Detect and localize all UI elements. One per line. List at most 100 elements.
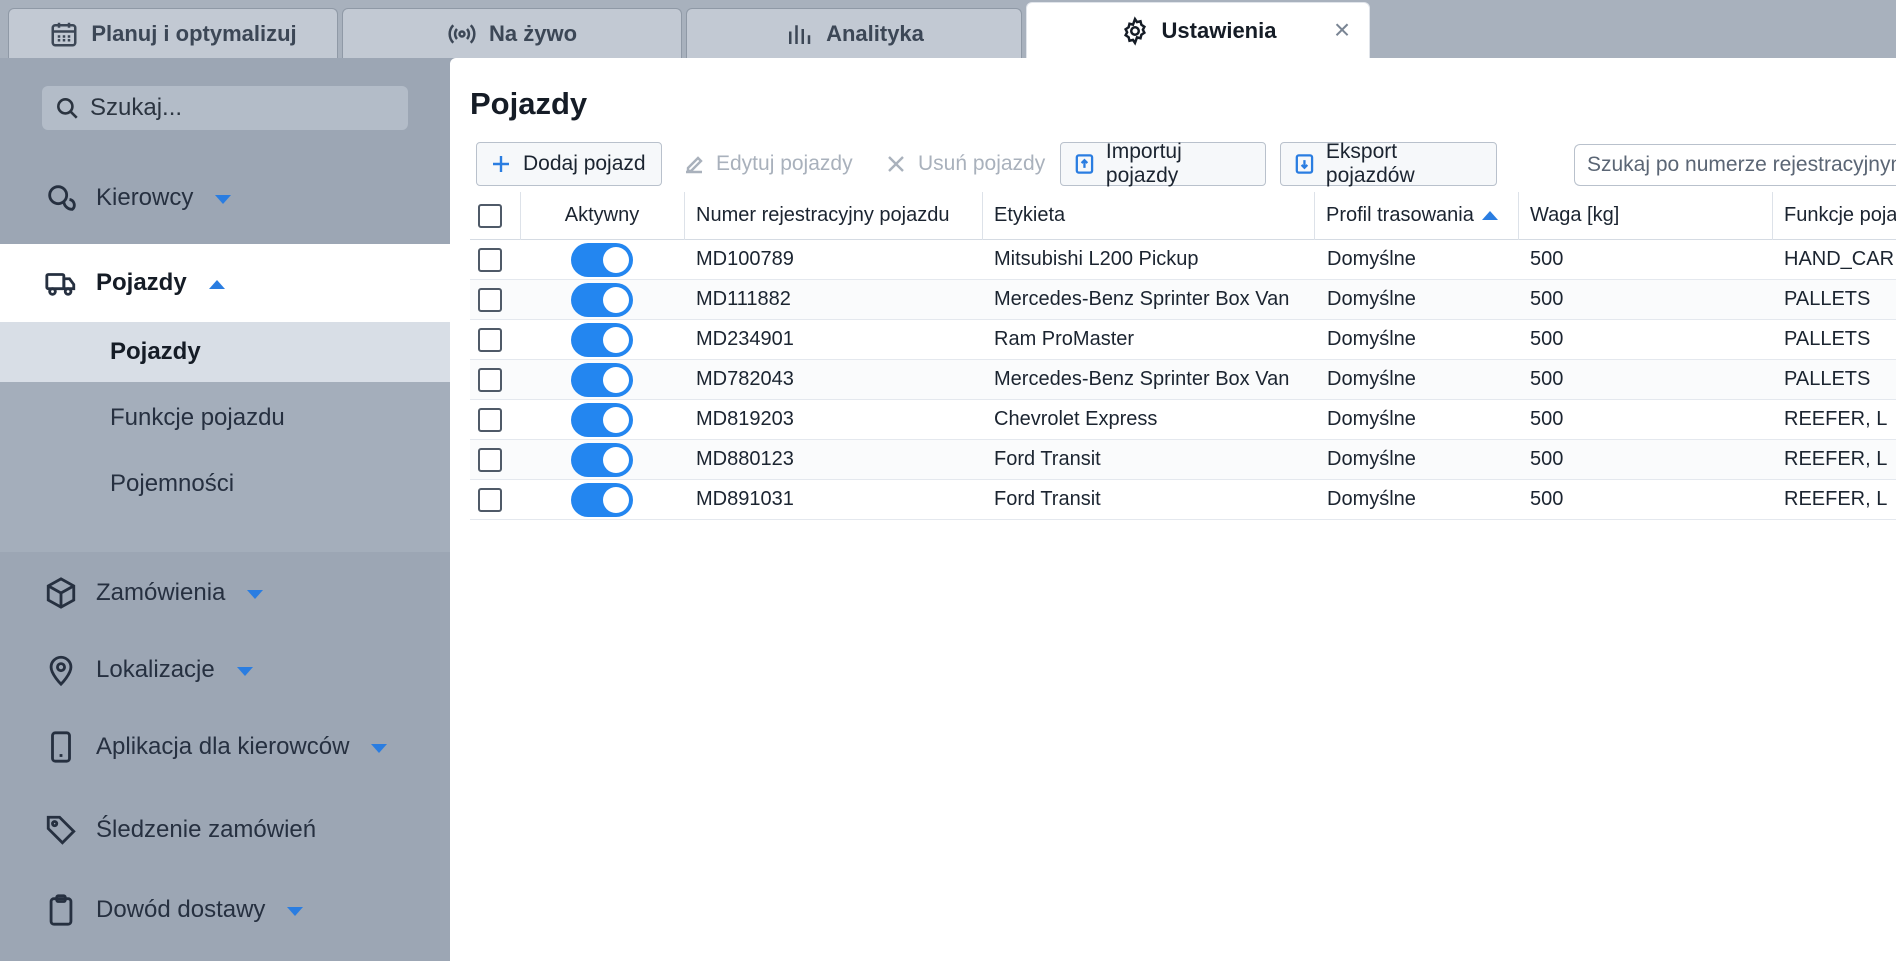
table-row[interactable]: MD234901 Ram ProMaster Domyślne 500 PALL… [470, 320, 1896, 360]
column-header-features[interactable]: Funkcje poja [1784, 192, 1896, 239]
sidebar-subitem-label: Pojazdy [110, 338, 201, 365]
sidebar-subitem-capacities[interactable]: Pojemności [0, 454, 450, 514]
toolbar: Dodaj pojazd Edytuj pojazdy Usuń pojazdy… [476, 140, 1896, 187]
button-label: Eksport pojazdów [1325, 140, 1415, 187]
sidebar-subitem-vehicle-features[interactable]: Funkcje pojazdu [0, 388, 450, 448]
upload-file-icon [1075, 154, 1094, 174]
tab-analytics[interactable]: Analityka [686, 8, 1022, 58]
pencil-icon [686, 156, 703, 174]
clipboard-icon [49, 894, 73, 926]
row-checkbox[interactable] [478, 480, 508, 519]
row-checkbox[interactable] [478, 280, 508, 319]
tab-live[interactable]: Na żywo [342, 8, 682, 58]
table-row[interactable]: MD111882 Mercedes-Benz Sprinter Box Van … [470, 280, 1896, 320]
main-panel: Pojazdy Dodaj pojazd Edytuj pojazdy Usuń… [450, 58, 1896, 961]
plate-cell: MD111882 [696, 288, 791, 310]
sidebar-item-drivers[interactable]: Kierowcy [0, 166, 450, 230]
active-toggle[interactable] [520, 440, 684, 479]
features-cell: REEFER, L [1784, 488, 1888, 510]
edit-vehicles-button[interactable]: Edytuj pojazdy [670, 142, 865, 186]
tag-icon [46, 815, 76, 845]
gear-icon [1123, 15, 1146, 46]
tab-label: Na żywo [488, 20, 578, 46]
drivers-icon [48, 185, 76, 211]
label-cell: Chevrolet Express [994, 408, 1158, 430]
profile-cell: Domyślne [1327, 248, 1416, 270]
select-all-checkbox[interactable] [478, 192, 508, 239]
table-header-row: Aktywny Numer rejestracyjny pojazdu Etyk… [470, 192, 1896, 240]
export-vehicles-button[interactable]: Eksport pojazdów [1280, 140, 1497, 187]
package-icon [46, 577, 76, 609]
bar-chart-icon [789, 24, 811, 44]
row-checkbox[interactable] [478, 400, 508, 439]
chevron-down-icon [215, 194, 232, 204]
plate-cell: MD782043 [696, 368, 794, 390]
profile-cell: Domyślne [1327, 328, 1416, 350]
table-row[interactable]: MD880123 Ford Transit Domyślne 500 REEFE… [470, 440, 1896, 480]
plate-cell: MD100789 [696, 248, 794, 270]
sidebar-search-input[interactable]: Szukaj... [42, 86, 408, 130]
sidebar-item-proof-of-delivery[interactable]: Dowód dostawy [0, 878, 450, 942]
profile-cell: Domyślne [1327, 368, 1416, 390]
broadcast-icon [448, 23, 476, 44]
button-label: Dodaj pojazd [523, 152, 646, 175]
table-row[interactable]: MD891031 Ford Transit Domyślne 500 REEFE… [470, 480, 1896, 520]
profile-cell: Domyślne [1327, 448, 1416, 470]
button-label: Usuń pojazdy [918, 152, 1046, 175]
close-icon[interactable]: × [1329, 16, 1355, 44]
profile-cell: Domyślne [1327, 408, 1416, 430]
table-row[interactable]: MD100789 Mitsubishi L200 Pickup Domyślne… [470, 240, 1896, 280]
plate-cell: MD891031 [696, 488, 794, 510]
column-header-routing-profile[interactable]: Profil trasowania [1326, 192, 1516, 239]
features-cell: PALLETS [1784, 288, 1871, 310]
column-header-weight[interactable]: Waga [kg] [1530, 192, 1770, 239]
tab-settings[interactable]: Ustawienia × [1026, 2, 1370, 58]
sidebar-item-label: Zamówienia [96, 579, 226, 606]
sidebar-item-vehicles[interactable]: Pojazdy [0, 244, 450, 322]
active-toggle[interactable] [520, 240, 684, 279]
chevron-up-icon [208, 279, 225, 289]
chevron-down-icon [236, 666, 253, 676]
features-cell: PALLETS [1784, 368, 1871, 390]
weight-cell: 500 [1530, 288, 1564, 310]
button-label: Importuj pojazdy [1105, 140, 1182, 187]
delete-vehicles-button[interactable]: Usuń pojazdy [872, 142, 1057, 186]
profile-cell: Domyślne [1327, 288, 1416, 310]
row-checkbox[interactable] [478, 440, 508, 479]
sidebar-subitem-label: Funkcje pojazdu [110, 404, 285, 431]
sidebar-item-driver-app[interactable]: Aplikacja dla kierowców [0, 715, 450, 779]
weight-cell: 500 [1530, 488, 1564, 510]
sidebar-subitem-vehicles[interactable]: Pojazdy [0, 322, 450, 382]
features-cell: HAND_CAR [1784, 248, 1895, 270]
plate-cell: MD234901 [696, 328, 794, 350]
import-vehicles-button[interactable]: Importuj pojazdy [1060, 140, 1266, 187]
sidebar-item-label: Dowód dostawy [96, 896, 266, 923]
active-toggle[interactable] [520, 320, 684, 359]
top-tab-bar: Planuj i optymalizuj Na żywo Analityka U… [0, 0, 1896, 58]
label-cell: Ford Transit [994, 448, 1101, 470]
plate-search-input[interactable]: Szukaj po numerze rejestracyjnym [1574, 144, 1896, 186]
sidebar-item-locations[interactable]: Lokalizacje [0, 638, 450, 702]
active-toggle[interactable] [520, 360, 684, 399]
active-toggle[interactable] [520, 400, 684, 439]
active-toggle[interactable] [520, 280, 684, 319]
table-row[interactable]: MD819203 Chevrolet Express Domyślne 500 … [470, 400, 1896, 440]
active-toggle[interactable] [520, 480, 684, 519]
column-header-plate[interactable]: Numer rejestracyjny pojazdu [696, 192, 976, 239]
table-row[interactable]: MD782043 Mercedes-Benz Sprinter Box Van … [470, 360, 1896, 400]
sidebar-item-label: Aplikacja dla kierowców [96, 733, 350, 760]
row-checkbox[interactable] [478, 360, 508, 399]
add-vehicle-button[interactable]: Dodaj pojazd [476, 142, 662, 186]
sidebar-item-orders[interactable]: Zamówienia [0, 561, 450, 625]
weight-cell: 500 [1530, 328, 1564, 350]
map-pin-icon [49, 655, 73, 687]
row-checkbox[interactable] [478, 320, 508, 359]
column-header-active[interactable]: Aktywny [520, 192, 684, 239]
search-placeholder: Szukaj... [90, 94, 183, 121]
tab-label: Analityka [826, 20, 924, 46]
sidebar-item-order-tracking[interactable]: Śledzenie zamówień [0, 798, 450, 862]
label-cell: Mercedes-Benz Sprinter Box Van [994, 288, 1290, 310]
tab-plan-optimize[interactable]: Planuj i optymalizuj [8, 8, 338, 58]
column-header-label[interactable]: Etykieta [994, 192, 1314, 239]
row-checkbox[interactable] [478, 240, 508, 279]
